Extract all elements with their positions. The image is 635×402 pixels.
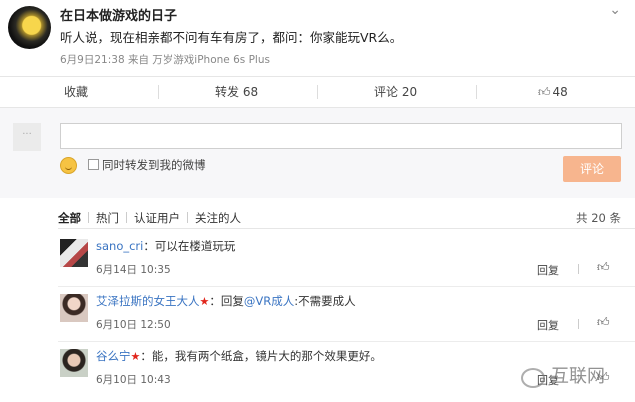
- reply-button[interactable]: 回复: [537, 317, 559, 333]
- current-user-avatar: ···: [13, 123, 41, 151]
- commenter-avatar[interactable]: [60, 349, 88, 377]
- watermark-text: 互联网: [551, 366, 605, 387]
- comment-composer: [0, 108, 635, 198]
- filter-divider-line: [58, 228, 635, 229]
- filter-hot[interactable]: 热门: [96, 210, 119, 226]
- thumbs-up-icon: 👍︎: [538, 85, 551, 99]
- author-username[interactable]: 在日本做游戏的日子: [60, 5, 177, 24]
- chevron-down-icon[interactable]: ⌄: [609, 2, 621, 18]
- thumbs-up-icon[interactable]: 👍︎: [597, 260, 610, 275]
- comment-text: :不需要成人: [294, 294, 356, 308]
- weibo-post-card: 在日本做游戏的日子 ⌄ 听人说，现在相亲都不问有车有房了，都问：你家能玩VR么。…: [0, 0, 635, 402]
- comment-text-prefix: ：回复: [209, 294, 244, 308]
- comment-time: 6月14日 10:35: [96, 264, 171, 276]
- commenter-avatar[interactable]: [60, 294, 88, 322]
- filter-divider: [187, 212, 188, 223]
- commenter-name[interactable]: sano_cri: [96, 239, 143, 253]
- comment-body: 艾泽拉斯的女王大人★：回复@VR成人:不需要成人: [96, 293, 356, 309]
- comment-text: ：能，我有两个纸盒，镜片大的那个效果更好。: [140, 349, 382, 363]
- comment-time: 6月10日 12:50: [96, 319, 171, 331]
- commenter-name[interactable]: 艾泽拉斯的女王大人: [96, 294, 200, 308]
- thumbs-up-icon[interactable]: 👍︎: [597, 315, 610, 330]
- action-divider: [476, 85, 477, 99]
- comment-time: 6月10日 10:43: [96, 374, 171, 386]
- emoji-icon[interactable]: [60, 157, 77, 174]
- action-divider: [317, 85, 318, 99]
- filter-verified[interactable]: 认证用户: [134, 210, 180, 226]
- repost-checkbox-label[interactable]: 同时转发到我的微博: [102, 157, 206, 173]
- reply-like-divider: [578, 264, 579, 274]
- filter-following[interactable]: 关注的人: [195, 210, 241, 226]
- comment-body: sano_cri：可以在楼道玩玩: [96, 238, 235, 254]
- repost-checkbox[interactable]: [88, 159, 99, 170]
- filter-divider: [126, 212, 127, 223]
- filter-divider: [88, 212, 89, 223]
- post-meta: 6月9日21:38 来自 万岁游戏iPhone 6s Plus: [60, 54, 270, 66]
- action-divider: [158, 85, 159, 99]
- comment-total: 共 20 条: [576, 211, 621, 225]
- comment-text: ：可以在楼道玩玩: [143, 239, 236, 253]
- author-avatar[interactable]: [8, 6, 51, 49]
- comment-mention[interactable]: @VR成人: [244, 294, 294, 308]
- submit-comment-button[interactable]: 评论: [563, 156, 621, 182]
- action-bar: 收藏 转发 68 评论 20 👍︎ 48: [0, 76, 635, 108]
- comment-button[interactable]: 评论 20: [374, 77, 417, 107]
- commenter-avatar[interactable]: [60, 239, 88, 267]
- commenter-name[interactable]: 谷么宁: [96, 349, 131, 363]
- comment-body: 谷么宁★：能，我有两个纸盒，镜片大的那个效果更好。: [96, 348, 382, 364]
- favorite-button[interactable]: 收藏: [64, 77, 88, 107]
- comment-item: sano_cri：可以在楼道玩玩 6月14日 10:35 回复 👍︎: [0, 231, 635, 287]
- filter-all[interactable]: 全部: [58, 210, 81, 226]
- like-button[interactable]: 👍︎ 48: [538, 77, 568, 107]
- like-count: 48: [552, 85, 568, 99]
- vip-star-icon: ★: [199, 295, 210, 308]
- post-text: 听人说，现在相亲都不问有车有房了，都问：你家能玩VR么。: [60, 30, 403, 45]
- reply-like-divider: [578, 319, 579, 329]
- vip-star-icon: ★: [130, 350, 141, 363]
- comment-filter-tabs: 全部 热门 认证用户 关注的人: [58, 210, 241, 226]
- wechat-icon: [521, 368, 545, 388]
- reply-button[interactable]: 回复: [537, 262, 559, 278]
- repost-button[interactable]: 转发 68: [215, 77, 258, 107]
- comment-input[interactable]: [60, 123, 622, 149]
- comment-item: 艾泽拉斯的女王大人★：回复@VR成人:不需要成人 6月10日 12:50 回复 …: [0, 286, 635, 342]
